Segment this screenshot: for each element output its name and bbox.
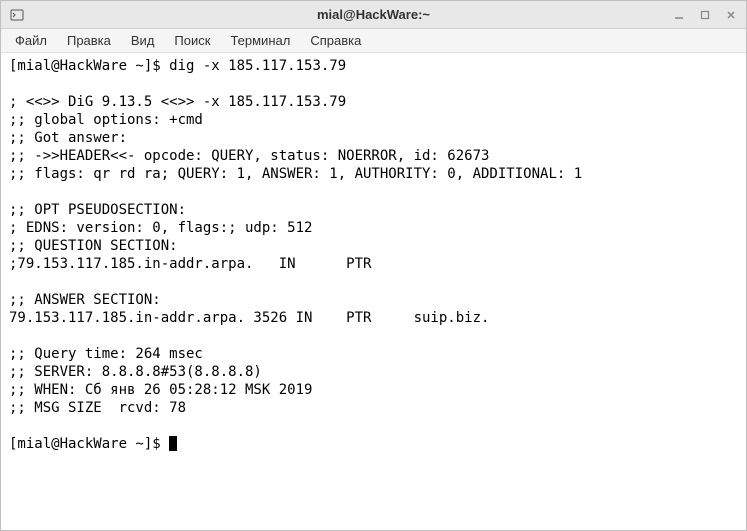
output-line: ;; OPT PSEUDOSECTION: xyxy=(9,202,186,218)
output-line: ;; ANSWER SECTION: xyxy=(9,292,161,308)
menu-terminal[interactable]: Терминал xyxy=(222,31,298,50)
output-line: ;; flags: qr rd ra; QUERY: 1, ANSWER: 1,… xyxy=(9,166,582,182)
menu-edit[interactable]: Правка xyxy=(59,31,119,50)
output-line: ;; MSG SIZE rcvd: 78 xyxy=(9,400,186,416)
terminal-output[interactable]: [mial@HackWare ~]$ dig -x 185.117.153.79… xyxy=(1,53,746,530)
maximize-button[interactable] xyxy=(698,8,712,22)
menu-file[interactable]: Файл xyxy=(7,31,55,50)
menu-help[interactable]: Справка xyxy=(302,31,369,50)
output-line: 79.153.117.185.in-addr.arpa. 3526 IN PTR… xyxy=(9,310,489,326)
output-line: ;79.153.117.185.in-addr.arpa. IN PTR xyxy=(9,256,371,272)
menu-search[interactable]: Поиск xyxy=(166,31,218,50)
output-line: ;; Query time: 264 msec xyxy=(9,346,203,362)
command-text: dig -x 185.117.153.79 xyxy=(169,58,346,74)
window-title: mial@HackWare:~ xyxy=(1,7,746,22)
prompt: [mial@HackWare ~]$ xyxy=(9,436,169,452)
minimize-button[interactable] xyxy=(672,8,686,22)
cursor-icon xyxy=(169,436,177,451)
menu-view[interactable]: Вид xyxy=(123,31,163,50)
terminal-window: mial@HackWare:~ Файл Правка Вид Поиск Те… xyxy=(0,0,747,531)
output-line: ; EDNS: version: 0, flags:; udp: 512 xyxy=(9,220,312,236)
output-line: ;; global options: +cmd xyxy=(9,112,203,128)
close-button[interactable] xyxy=(724,8,738,22)
window-controls xyxy=(672,8,738,22)
output-line: ;; WHEN: Сб янв 26 05:28:12 MSK 2019 xyxy=(9,382,312,398)
output-line: ;; QUESTION SECTION: xyxy=(9,238,178,254)
output-line: ;; ->>HEADER<<- opcode: QUERY, status: N… xyxy=(9,148,489,164)
titlebar[interactable]: mial@HackWare:~ xyxy=(1,1,746,29)
prompt: [mial@HackWare ~]$ xyxy=(9,58,169,74)
menubar: Файл Правка Вид Поиск Терминал Справка xyxy=(1,29,746,53)
output-line: ; <<>> DiG 9.13.5 <<>> -x 185.117.153.79 xyxy=(9,94,346,110)
app-icon xyxy=(9,7,25,23)
output-line: ;; Got answer: xyxy=(9,130,127,146)
output-line: ;; SERVER: 8.8.8.8#53(8.8.8.8) xyxy=(9,364,262,380)
